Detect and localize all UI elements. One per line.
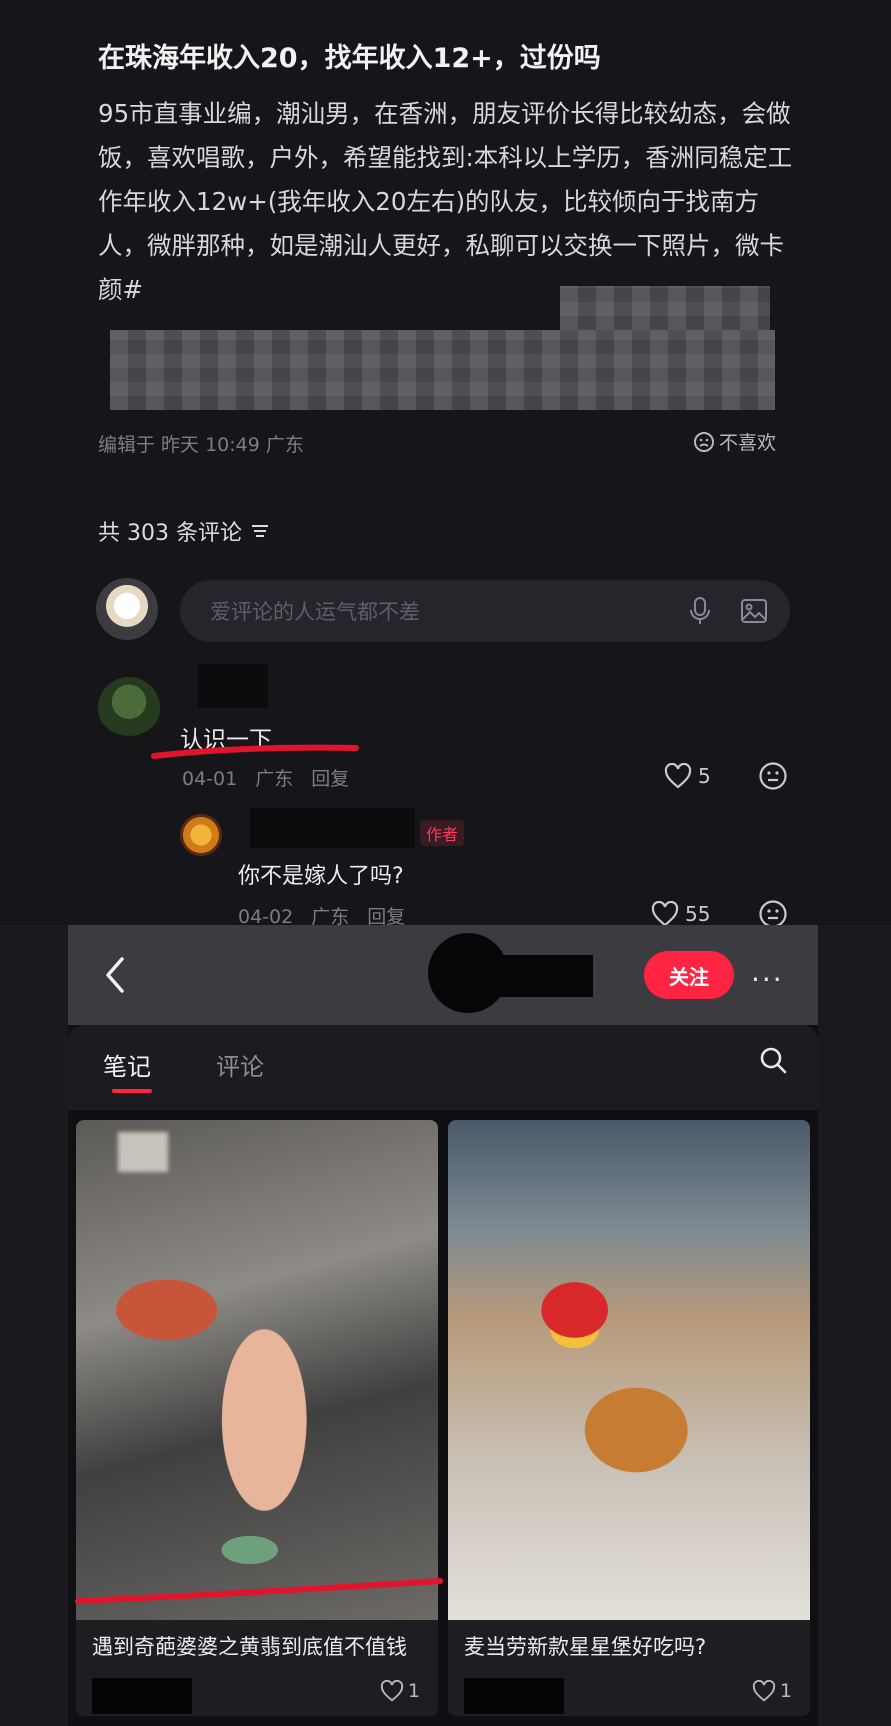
profile-tabs (68, 1025, 818, 1110)
redacted-author (464, 1678, 564, 1714)
note-like-button[interactable]: 1 (380, 1680, 420, 1702)
like-count: 5 (698, 764, 711, 788)
redacted-avatar (428, 933, 508, 1013)
comment-count[interactable]: 共 303 条评论 (98, 515, 270, 547)
sort-icon (251, 525, 268, 537)
author-badge: 作者 (420, 820, 465, 846)
redacted-author (92, 1678, 192, 1714)
dislike-face-icon (694, 431, 714, 452)
dislike-label: 不喜欢 (719, 432, 777, 454)
post-panel: 在珠海年收入20，找年收入12+，过份吗 95市直事业编，潮汕男，在香洲，朋友评… (0, 0, 891, 928)
note-cover-image (448, 1120, 810, 1620)
redacted-username (198, 664, 268, 708)
tab-notes[interactable]: 笔记 (103, 1047, 151, 1082)
comment-count-label: 共 303 条评论 (98, 521, 242, 546)
heart-icon (651, 901, 679, 927)
note-like-button[interactable]: 1 (752, 1680, 792, 1702)
note-card[interactable]: 遇到奇葩婆婆之黄翡到底值不值钱 1 (76, 1120, 438, 1716)
comment-date: 04-01 (182, 768, 238, 790)
avatar[interactable] (180, 814, 222, 856)
note-like-count: 1 (779, 1680, 792, 1702)
profile-panel: 关注 ··· 笔记 评论 遇到奇葩婆婆之黄翡到底值不值钱 1 麦当劳新款星星堡好… (68, 925, 818, 1726)
mosaic-redaction (110, 330, 775, 410)
note-card[interactable]: 麦当劳新款星星堡好吃吗? 1 (448, 1120, 810, 1716)
comment-input-placeholder: 爱评论的人运气都不差 (210, 600, 420, 624)
follow-button[interactable]: 关注 (644, 951, 734, 999)
note-title: 遇到奇葩婆婆之黄翡到底值不值钱 (92, 1635, 407, 1659)
mosaic-redaction (118, 1132, 168, 1172)
like-button[interactable]: 5 (664, 763, 711, 789)
notes-grid: 遇到奇葩婆婆之黄翡到底值不值钱 1 麦当劳新款星星堡好吃吗? 1 (68, 1110, 818, 1726)
active-tab-indicator (112, 1089, 152, 1093)
note-title: 麦当劳新款星星堡好吃吗? (464, 1635, 707, 1659)
avatar[interactable] (98, 677, 160, 739)
like-count: 55 (685, 902, 711, 926)
reply-button[interactable]: 回复 (311, 768, 349, 790)
back-icon[interactable] (98, 955, 132, 995)
heart-icon (752, 1680, 775, 1702)
mosaic-redaction (560, 286, 770, 330)
post-edit-time: 编辑于 昨天 10:49 广东 (98, 434, 304, 456)
comment-text: 认识一下 (180, 727, 272, 753)
redacted-username (498, 955, 593, 997)
profile-nav-bar: 关注 ··· (68, 925, 818, 1025)
comment-location: 广东 (255, 768, 294, 790)
note-cover-image (76, 1120, 438, 1620)
comment-meta: 04-01 广东 回复 (182, 764, 367, 791)
dislike-face-icon[interactable] (758, 761, 788, 791)
dislike-button[interactable]: 不喜欢 (693, 428, 776, 455)
post-title: 在珠海年收入20，找年收入12+，过份吗 (98, 43, 601, 74)
heart-icon (380, 1680, 403, 1702)
image-icon[interactable] (736, 593, 772, 629)
heart-icon (664, 763, 692, 789)
tab-comments[interactable]: 评论 (216, 1047, 264, 1082)
reply-text: 你不是嫁人了吗? (238, 864, 404, 889)
microphone-icon[interactable] (682, 593, 718, 629)
note-like-count: 1 (407, 1680, 420, 1702)
redacted-username (250, 808, 415, 848)
like-button[interactable]: 55 (651, 901, 710, 927)
more-icon[interactable]: ··· (751, 963, 784, 996)
post-body: 95市直事业编，潮汕男，在香洲，朋友评价长得比较幼态，会做饭，喜欢唱歌，户外，希… (98, 99, 793, 304)
avatar (96, 578, 158, 640)
comment-input[interactable]: 爱评论的人运气都不差 (180, 580, 790, 642)
search-icon[interactable] (758, 1045, 788, 1075)
